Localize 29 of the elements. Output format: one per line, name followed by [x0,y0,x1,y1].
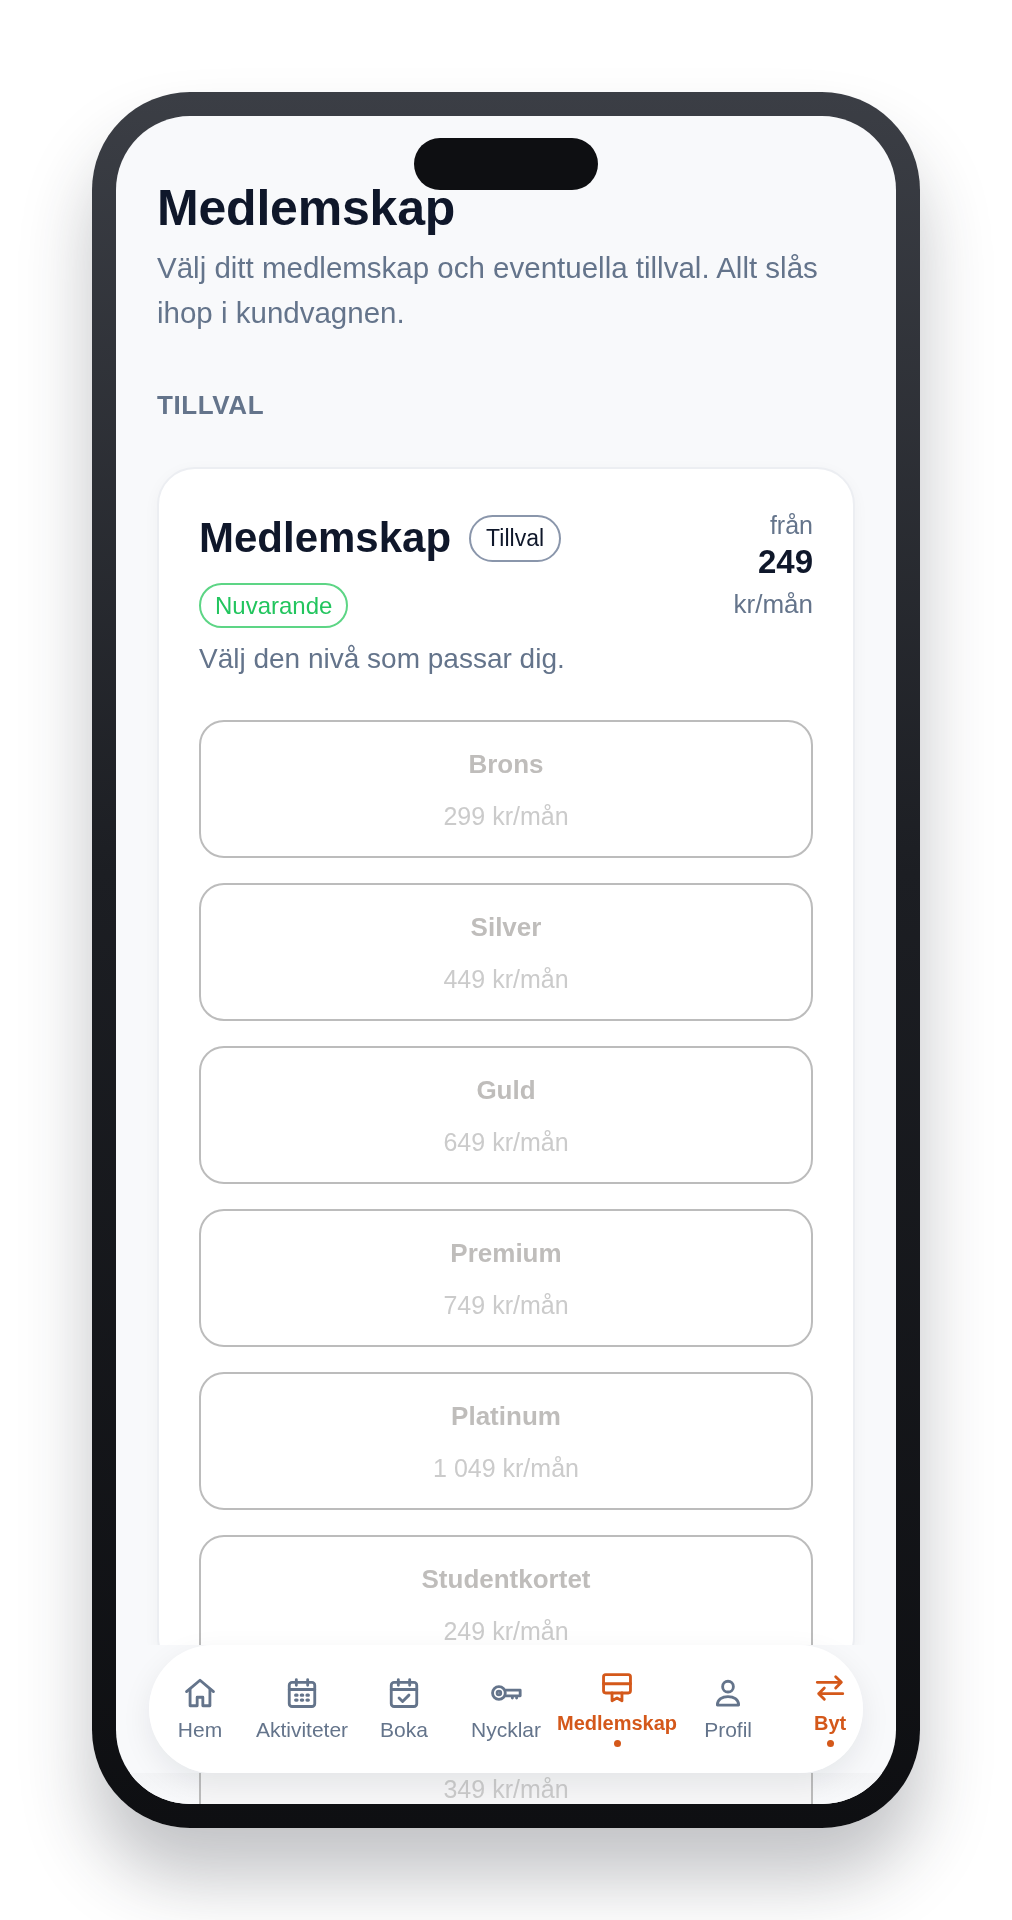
product-title: Medlemskap [199,513,452,563]
nav-tab[interactable]: Medlemskap [557,1671,678,1747]
nav-tab[interactable]: Byt [813,1671,848,1747]
tier-name: Brons [468,748,544,780]
addon-tag: Tillval [469,514,562,562]
tier-name: Platinum [451,1400,561,1432]
price-unit: kr/mån [733,588,813,621]
active-dot-icon [613,1740,621,1747]
membership-card-icon [600,1671,635,1705]
status-tag: Nuvarande [199,583,349,628]
page-title: Medlemskap [157,179,457,237]
tier-name: Studentkortet [421,1563,591,1595]
section-heading: TILLVAL [157,389,266,421]
nav-tab[interactable]: Profil [704,1676,752,1742]
nav-tab[interactable]: Nycklar [471,1676,541,1742]
tier-name: Silver [470,911,542,943]
nav-tab[interactable]: Boka [380,1676,428,1742]
nav-tab[interactable]: Aktiviteter [255,1676,349,1742]
tier-name: Premium [450,1237,562,1269]
tier-name: Guld [476,1074,536,1106]
active-dot-icon [826,1740,834,1747]
page-intro: Välj ditt medlemskap och eventuella tillval. Allt slås ihop i kundvagnen. [157,250,819,331]
price-prefix: från [769,510,813,541]
product-description: Välj den nivå som passar dig. [199,642,565,676]
calendar-icon [285,1676,319,1710]
home-icon [183,1676,217,1710]
nav-tab[interactable]: Hem [177,1676,223,1742]
calendar-check-icon [387,1676,421,1710]
product-price: 249 [757,542,813,582]
